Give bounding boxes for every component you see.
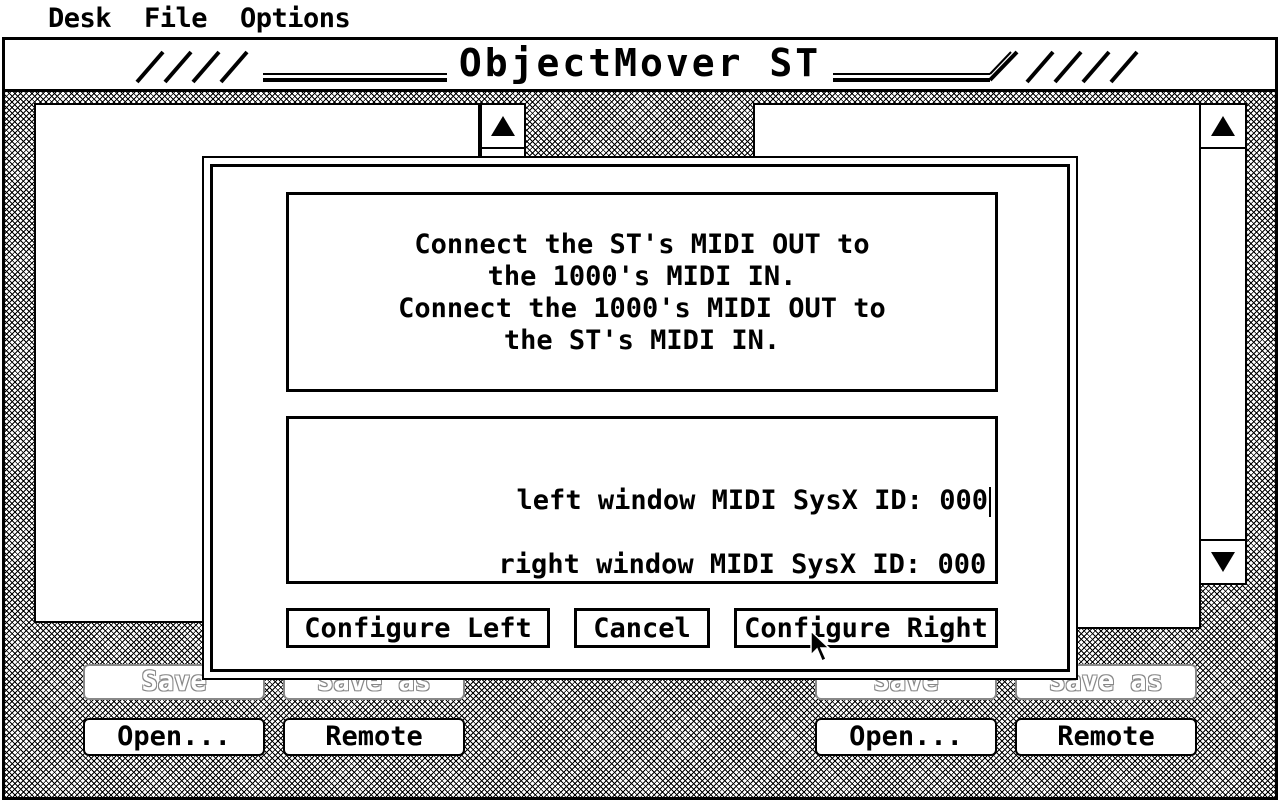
title-bar[interactable]: ObjectMover ST: [5, 40, 1275, 92]
menu-options[interactable]: Options: [240, 2, 351, 35]
configure-left-button[interactable]: Configure Left: [286, 608, 550, 648]
right-sysx-id-label: right window MIDI SysX ID:: [498, 549, 938, 580]
left-open-button[interactable]: Open...: [83, 718, 265, 756]
instruction-line: the ST's MIDI IN.: [503, 325, 781, 356]
menu-desk[interactable]: Desk: [48, 2, 112, 35]
configure-right-button[interactable]: Configure Right: [734, 608, 998, 648]
window-title: ObjectMover ST: [5, 41, 1275, 85]
left-scroll-up-button[interactable]: [480, 103, 526, 149]
sysx-id-box: left window MIDI SysX ID: 000 right wind…: [286, 416, 998, 584]
text-caret: [988, 486, 991, 517]
instruction-box: Connect the ST's MIDI OUT to the 1000's …: [286, 192, 998, 392]
right-sysx-id-field[interactable]: 000: [937, 549, 986, 580]
instruction-text: Connect the ST's MIDI OUT to the 1000's …: [289, 229, 995, 357]
right-scroll-down-button[interactable]: [1199, 539, 1247, 585]
instruction-line: Connect the 1000's MIDI OUT to: [398, 293, 886, 324]
right-open-button[interactable]: Open...: [815, 718, 997, 756]
up-arrow-icon: [1211, 116, 1235, 136]
instruction-line: Connect the ST's MIDI OUT to: [414, 229, 870, 260]
cancel-button[interactable]: Cancel: [574, 608, 710, 648]
right-sysx-id-row: right window MIDI SysX ID: 000: [401, 517, 987, 613]
right-scroll-track[interactable]: [1199, 147, 1247, 541]
arrow-cursor-icon: [810, 630, 831, 663]
menu-file[interactable]: File: [144, 2, 208, 35]
left-sysx-id-label: left window MIDI SysX ID:: [516, 485, 940, 516]
instruction-line: the 1000's MIDI IN.: [487, 261, 797, 292]
left-sysx-id-field[interactable]: 000: [939, 485, 988, 516]
left-remote-button[interactable]: Remote: [283, 718, 465, 756]
down-arrow-icon: [1211, 552, 1235, 572]
right-scroll-up-button[interactable]: [1199, 103, 1247, 149]
menu-bar: Desk File Options: [0, 0, 1280, 37]
right-remote-button[interactable]: Remote: [1015, 718, 1197, 756]
midi-config-dialog: Connect the ST's MIDI OUT to the 1000's …: [202, 156, 1078, 680]
up-arrow-icon: [491, 116, 515, 136]
